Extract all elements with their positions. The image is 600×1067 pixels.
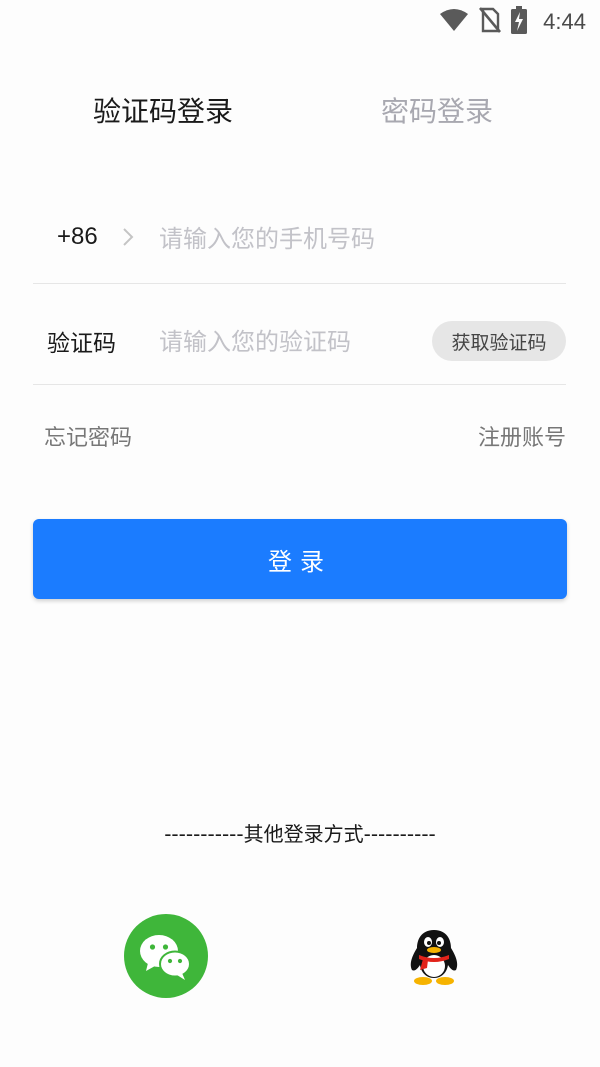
other-login-title: -----------其他登录方式---------- (164, 822, 436, 846)
chevron-right-icon[interactable] (121, 227, 135, 247)
tab-password-login[interactable]: 密码登录 (381, 92, 493, 132)
register-link[interactable]: 注册账号 (478, 420, 566, 452)
tab-sms-code-login[interactable]: 验证码登录 (93, 92, 233, 132)
wechat-icon (124, 935, 208, 1002)
qq-login-button[interactable] (406, 926, 462, 986)
wechat-login-button[interactable] (124, 914, 208, 998)
country-code-selector[interactable]: +86 (57, 223, 98, 251)
code-input[interactable] (159, 324, 419, 360)
login-screen: 4:44 验证码登录 密码登录 +86 验证码 获取验证码 忘记密码 注册账号 … (0, 0, 600, 1067)
code-label: 验证码 (47, 331, 116, 357)
forgot-password-link[interactable]: 忘记密码 (44, 420, 132, 452)
status-icons: 4:44 (439, 6, 586, 38)
qq-icon (406, 930, 462, 990)
phone-input[interactable] (159, 221, 539, 257)
code-row: 验证码 获取验证码 (33, 284, 566, 385)
battery-charging-icon (511, 6, 528, 38)
no-sim-icon (479, 7, 502, 37)
status-bar: 4:44 (0, 0, 600, 40)
phone-row: +86 (33, 183, 566, 284)
login-button[interactable]: 登录 (33, 519, 567, 599)
status-time: 4:44 (543, 9, 586, 34)
get-code-button[interactable]: 获取验证码 (432, 321, 566, 361)
wifi-icon (439, 8, 469, 36)
